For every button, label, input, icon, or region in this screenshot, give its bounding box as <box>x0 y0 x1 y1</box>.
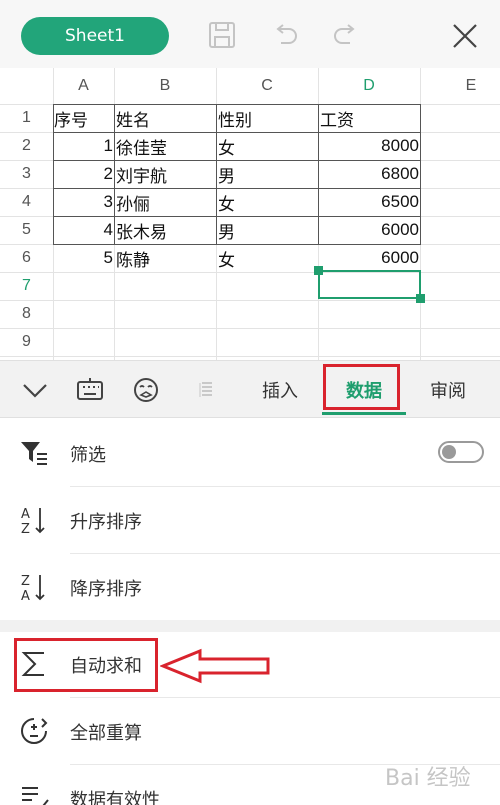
selection-handle-bottom-right[interactable] <box>416 294 425 303</box>
cell-a4[interactable]: 3 <box>54 188 114 216</box>
sort-ascending-icon: A Z <box>21 507 45 536</box>
ribbon-bar: 插入 数据 审阅 <box>0 360 500 418</box>
svg-text:A: A <box>21 589 30 603</box>
column-header-e[interactable]: E <box>420 68 500 104</box>
row-header-2[interactable]: 2 <box>0 132 53 160</box>
row-header-5[interactable]: 5 <box>0 216 53 244</box>
save-icon[interactable] <box>207 20 237 50</box>
column-header-a[interactable]: A <box>53 68 114 104</box>
highlight-box-autosum <box>14 638 158 692</box>
cell-a2[interactable]: 1 <box>54 132 114 160</box>
sort-descending-icon: Z A <box>21 574 45 603</box>
cell-c3[interactable]: 男 <box>218 160 318 188</box>
menu-label-sort-ascending: 升序排序 <box>70 512 142 533</box>
selection-handle-top-left[interactable] <box>314 266 323 275</box>
format-icon[interactable] <box>196 375 216 405</box>
cell-b2[interactable]: 徐佳莹 <box>116 132 216 160</box>
recalculate-icon <box>21 718 48 744</box>
row-header-6[interactable]: 6 <box>0 244 53 272</box>
column-header-c[interactable]: C <box>216 68 318 104</box>
row-header-4[interactable]: 4 <box>0 188 53 216</box>
row-header-1[interactable]: 1 <box>0 104 53 132</box>
cell-c5[interactable]: 男 <box>218 216 318 244</box>
red-arrow-annotation <box>160 648 270 684</box>
undo-icon[interactable] <box>270 20 300 50</box>
cell-c1[interactable]: 性别 <box>218 104 318 132</box>
row-header-8[interactable]: 8 <box>0 300 53 328</box>
cell-d3[interactable]: 6800 <box>320 160 420 188</box>
collapse-chevron-icon[interactable] <box>20 375 50 405</box>
column-header-d[interactable]: D <box>318 68 420 104</box>
cell-a5[interactable]: 4 <box>54 216 114 244</box>
cell-b3[interactable]: 刘宇航 <box>116 160 216 188</box>
menu-label-filter: 筛选 <box>70 445 106 466</box>
cell-b5[interactable]: 张木易 <box>116 216 216 244</box>
filter-icon <box>21 442 47 465</box>
watermark: Bai 经验 <box>385 766 471 791</box>
cell-a3[interactable]: 2 <box>54 160 114 188</box>
column-header-b[interactable]: B <box>114 68 216 104</box>
menu-item-sort-descending[interactable]: Z A 降序排序 <box>0 554 500 620</box>
sheet-tab[interactable]: Sheet1 <box>21 17 169 55</box>
row-header-3[interactable]: 3 <box>0 160 53 188</box>
cell-c2[interactable]: 女 <box>218 132 318 160</box>
cell-d4[interactable]: 6500 <box>320 188 420 216</box>
cell-a6[interactable]: 5 <box>54 244 114 272</box>
spreadsheet-grid[interactable]: A B C D E 1 2 3 4 5 6 7 8 9 序号 姓名 性别 工资 … <box>0 68 500 360</box>
menu-item-recalculate-all[interactable]: 全部重算 <box>0 698 500 764</box>
section-divider <box>0 620 500 632</box>
cell-d1[interactable]: 工资 <box>320 104 420 132</box>
menu-item-sort-ascending[interactable]: A Z 升序排序 <box>0 487 500 553</box>
redo-icon[interactable] <box>331 20 361 50</box>
cell-d5[interactable]: 6000 <box>320 216 420 244</box>
cell-b1[interactable]: 姓名 <box>116 104 216 132</box>
close-icon[interactable] <box>450 21 480 51</box>
svg-text:Z: Z <box>21 522 30 536</box>
keyboard-icon[interactable] <box>75 375 105 405</box>
cell-c4[interactable]: 女 <box>218 188 318 216</box>
row-header-9[interactable]: 9 <box>0 328 53 356</box>
filter-toggle[interactable] <box>438 441 484 463</box>
cell-c6[interactable]: 女 <box>218 244 318 272</box>
active-tab-indicator <box>322 412 406 415</box>
svg-text:A: A <box>21 507 30 522</box>
tab-insert[interactable]: 插入 <box>248 361 312 419</box>
row-header-7[interactable]: 7 <box>0 272 53 300</box>
tab-review[interactable]: 审阅 <box>416 361 480 419</box>
toggle-knob <box>442 445 456 459</box>
menu-label-data-validation: 数据有效性 <box>70 790 160 805</box>
menu-label-recalculate-all: 全部重算 <box>70 723 142 744</box>
selected-cell-d7[interactable] <box>318 270 421 299</box>
cell-a1[interactable]: 序号 <box>54 104 114 132</box>
data-validation-icon <box>22 787 49 805</box>
menu-item-filter[interactable]: 筛选 <box>0 420 500 486</box>
cell-d2[interactable]: 8000 <box>320 132 420 160</box>
cell-d6[interactable]: 6000 <box>320 244 420 272</box>
svg-text:Z: Z <box>21 574 30 589</box>
menu-label-sort-descending: 降序排序 <box>70 579 142 600</box>
emoji-icon[interactable] <box>131 375 161 405</box>
cell-b6[interactable]: 陈静 <box>116 244 216 272</box>
highlight-box-data-tab <box>323 364 400 410</box>
top-bar: Sheet1 <box>0 0 500 68</box>
cell-b4[interactable]: 孙俪 <box>116 188 216 216</box>
